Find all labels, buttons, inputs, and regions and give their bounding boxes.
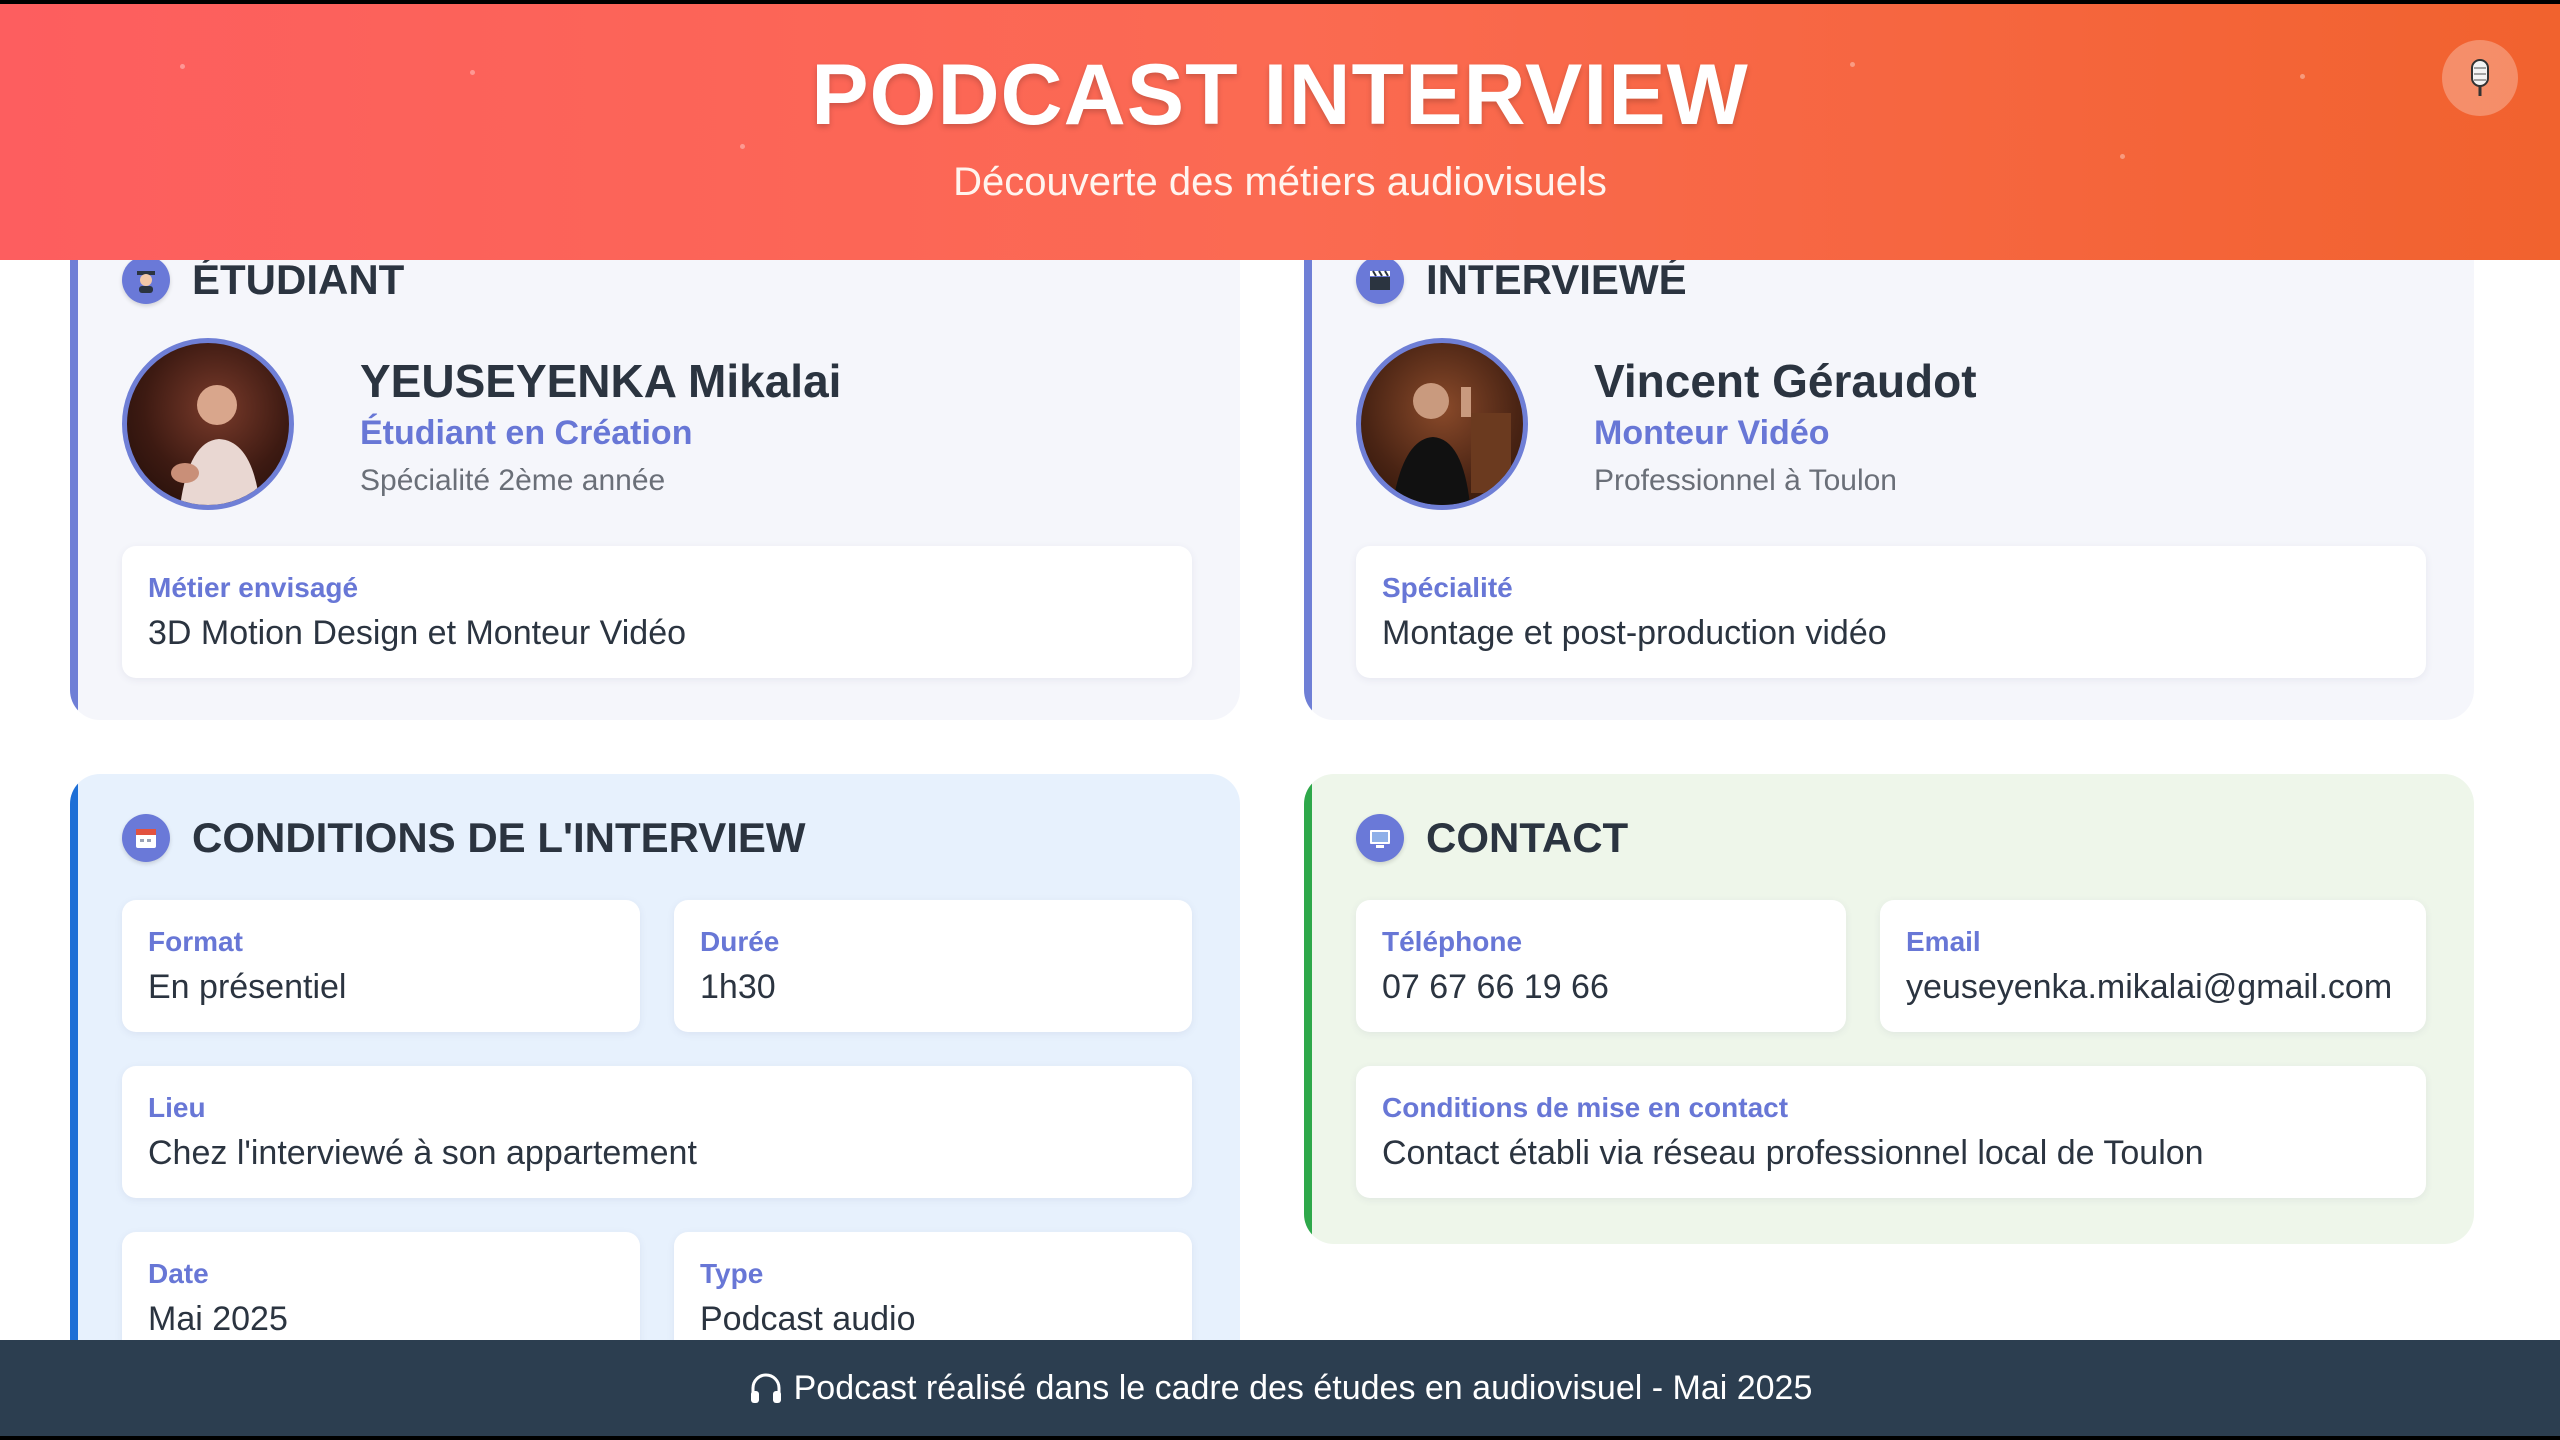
info-label: Téléphone (1382, 926, 1523, 957)
info-label: Spécialité (1382, 572, 1513, 603)
info-label: Durée (700, 926, 780, 957)
section-title: CONDITIONS DE L'INTERVIEW (192, 814, 806, 861)
conditions-section-header: CONDITIONS DE L'INTERVIEW (122, 814, 806, 862)
place-box: Lieu Chez l'interviewé à son appartement (122, 1066, 1192, 1198)
info-value: En présentiel (148, 968, 347, 1006)
headphones-icon (748, 1371, 784, 1405)
interviewee-role: Monteur Vidéo (1594, 414, 1830, 452)
email-value[interactable]: yeuseyenka.mikalai@gmail.com (1906, 968, 2392, 1007)
contact-conditions-box: Conditions de mise en contact Contact ét… (1356, 1066, 2426, 1198)
info-label: Lieu (148, 1092, 206, 1123)
info-value: Podcast audio (700, 1300, 916, 1338)
student-detail: Spécialité 2ème année (360, 464, 666, 497)
info-label: Format (148, 926, 243, 957)
info-value: 3D Motion Design et Monteur Vidéo (148, 614, 687, 652)
student-career-box: Métier envisagé 3D Motion Design et Mont… (122, 546, 1192, 678)
slide: ÉTUDIANT YEUSEYENKA Mikalai Étudiant en … (0, 4, 2560, 1436)
student-name: YEUSEYENKA Mikalai (360, 355, 842, 407)
computer-icon (1356, 814, 1404, 862)
student-role: Étudiant en Création (360, 414, 693, 452)
header-banner: PODCAST INTERVIEW Découverte des métiers… (0, 4, 2560, 260)
section-title: INTERVIEWÉ (1426, 256, 1687, 303)
contact-card: CONTACT Téléphone 07 67 66 19 66 Email y… (1304, 774, 2474, 1244)
info-label: Type (700, 1258, 764, 1289)
info-label: Email (1906, 926, 1981, 957)
phone-value[interactable]: 07 67 66 19 66 (1382, 968, 1609, 1007)
student-icon (122, 256, 170, 304)
interviewee-name: Vincent Géraudot (1594, 355, 1977, 407)
calendar-icon (122, 814, 170, 862)
interviewee-section-header: INTERVIEWÉ (1356, 256, 1687, 304)
phone-box: Téléphone 07 67 66 19 66 (1356, 900, 1846, 1032)
page-subtitle: Découverte des métiers audiovisuels (953, 160, 1607, 204)
card-accent-bar (1304, 774, 1312, 1244)
section-title: ÉTUDIANT (192, 256, 405, 303)
info-label: Métier envisagé (148, 572, 359, 603)
interviewee-specialty-box: Spécialité Montage et post-production vi… (1356, 546, 2426, 678)
info-label: Conditions de mise en contact (1382, 1092, 1789, 1123)
student-avatar (122, 338, 294, 510)
section-title: CONTACT (1426, 814, 1629, 861)
info-value: Chez l'interviewé à son appartement (148, 1134, 697, 1172)
info-value: Montage et post-production vidéo (1382, 614, 1887, 652)
info-value: Mai 2025 (148, 1300, 288, 1338)
card-accent-bar (70, 774, 78, 1436)
conditions-card: CONDITIONS DE L'INTERVIEW Format En prés… (70, 774, 1240, 1436)
contact-section-header: CONTACT (1356, 814, 1628, 862)
email-box: Email yeuseyenka.mikalai@gmail.com (1880, 900, 2426, 1032)
interviewee-avatar (1356, 338, 1528, 510)
format-box: Format En présentiel (122, 900, 640, 1032)
duration-box: Durée 1h30 (674, 900, 1192, 1032)
info-label: Date (148, 1258, 209, 1289)
info-value: Contact établi via réseau professionnel … (1382, 1134, 2204, 1172)
microphone-icon[interactable] (2442, 40, 2518, 116)
student-section-header: ÉTUDIANT (122, 256, 404, 304)
decor-dot (2120, 154, 2125, 159)
interviewee-detail: Professionnel à Toulon (1594, 464, 1897, 497)
footer-text: Podcast réalisé dans le cadre des études… (793, 1368, 1813, 1407)
info-value: 1h30 (700, 968, 776, 1006)
page-title: PODCAST INTERVIEW (811, 47, 1749, 143)
clapperboard-icon (1356, 256, 1404, 304)
footer-bar: Podcast réalisé dans le cadre des études… (0, 1340, 2560, 1436)
